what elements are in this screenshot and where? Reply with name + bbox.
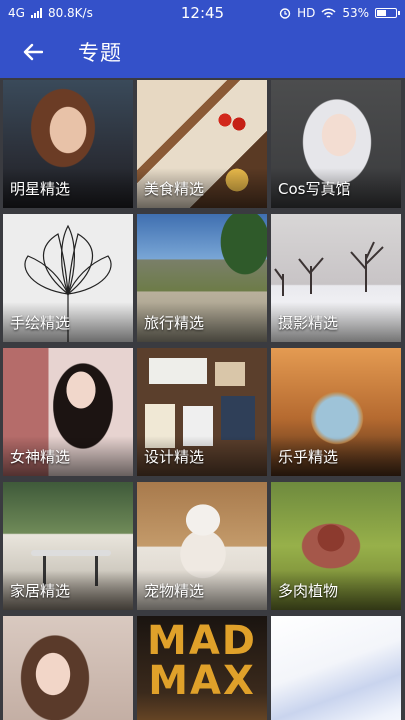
poster-title-line2: MAX [148,658,256,704]
movie-poster: MAD MAX [137,616,267,720]
tile-cosplay[interactable]: Cos写真馆 [271,80,401,208]
tile-label: 宠物精选 [144,582,205,600]
tile-celebrity[interactable]: 明星精选 [3,80,133,208]
tile-movie[interactable]: MAD MAX [137,616,267,720]
tile-goddess[interactable]: 女神精选 [3,348,133,476]
tile-label: 乐乎精选 [278,448,339,466]
alarm-icon [279,8,291,19]
portrait-photo [3,616,133,720]
network-speed: 80.8K/s [47,6,93,20]
status-bar: 4G 80.8K/s 12:45 HD 53% [0,0,405,26]
status-right: HD 53% [279,6,400,20]
tile-label: 美食精选 [144,180,205,198]
tile-travel[interactable]: 旅行精选 [137,214,267,342]
tile-label: 旅行精选 [144,314,205,332]
tile-label: 多肉植物 [278,582,339,600]
page-title: 专题 [78,41,122,65]
status-left: 4G 80.8K/s [8,6,93,20]
signal-icon [30,8,42,18]
hd-indicator: HD [297,6,316,20]
abstract-photo [271,616,401,720]
tile-portrait[interactable] [3,616,133,720]
tile-succulents[interactable]: 多肉植物 [271,482,401,610]
tile-label: 手绘精选 [10,314,71,332]
battery-icon [375,8,400,18]
app-bar: 专题 [0,26,405,78]
tile-label: 摄影精选 [278,314,339,332]
tile-label: 设计精选 [144,448,205,466]
tile-lofter[interactable]: 乐乎精选 [271,348,401,476]
tile-label: Cos写真馆 [278,180,351,198]
tile-handdrawn[interactable]: 手绘精选 [3,214,133,342]
tile-abstract[interactable] [271,616,401,720]
tile-photography[interactable]: 摄影精选 [271,214,401,342]
back-arrow-icon [23,43,43,61]
back-button[interactable] [18,37,48,67]
tile-pets[interactable]: 宠物精选 [137,482,267,610]
tile-label: 明星精选 [10,180,71,198]
tile-food[interactable]: 美食精选 [137,80,267,208]
tile-design[interactable]: 设计精选 [137,348,267,476]
tile-label: 女神精选 [10,448,71,466]
tile-label: 家居精选 [10,582,71,600]
wifi-icon [321,7,336,18]
tile-home[interactable]: 家居精选 [3,482,133,610]
network-type: 4G [8,6,25,20]
battery-percent: 53% [342,6,369,20]
topic-grid: 明星精选 美食精选 Cos写真馆 手绘精选 旅行精选 摄影精选 女神精选 设计精… [0,80,405,720]
